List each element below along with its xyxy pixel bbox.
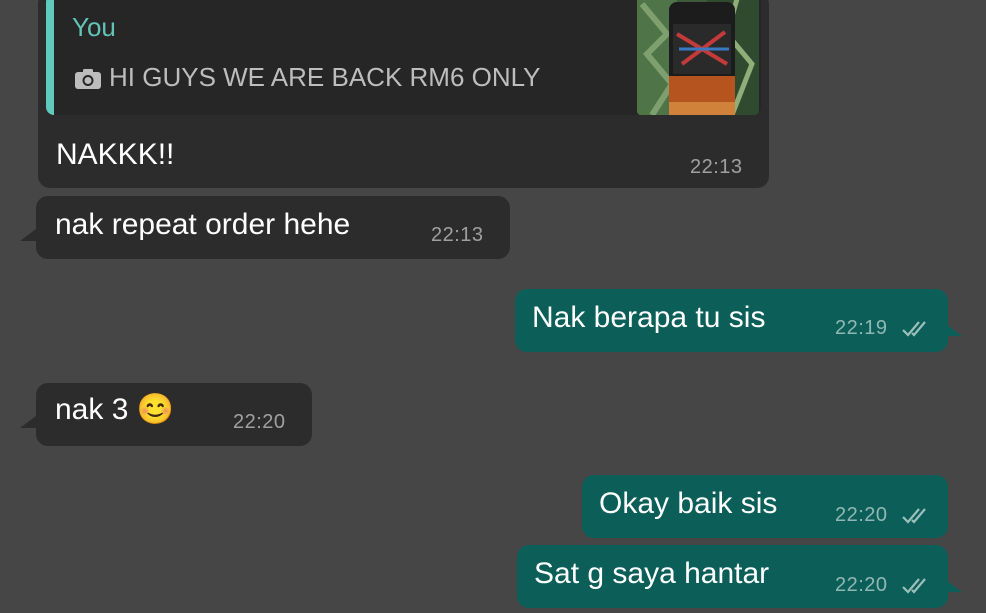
read-receipt-icon [902,321,926,337]
quote-caption: HI GUYS WE ARE BACK RM6 ONLY [109,62,541,92]
bubble-tail [946,580,962,592]
quote-accent-bar [46,0,54,115]
message-time: 22:20 [233,411,286,433]
message-text: nak 3 😊 [55,393,175,426]
message-bubble-incoming[interactable]: You HI GUYS WE ARE BACK RM6 ONLY NAKKK!!… [38,0,769,188]
message-time: 22:20 [835,574,888,596]
message-time: 22:20 [835,504,888,526]
message-text: Nak berapa tu sis [532,301,766,334]
message-bubble-outgoing[interactable]: Nak berapa tu sis 22:19 [515,289,948,352]
message-bubble-outgoing[interactable]: Okay baik sis 22:20 [582,475,948,538]
message-text: Okay baik sis [599,487,778,520]
message-bubble-incoming[interactable]: nak 3 😊 22:20 [36,383,312,446]
message-text: NAKKK!! [56,138,175,171]
quoted-reply[interactable]: You HI GUYS WE ARE BACK RM6 ONLY [46,0,761,115]
chat-thread: You HI GUYS WE ARE BACK RM6 ONLY NAKKK!!… [0,0,986,613]
bubble-tail [946,324,962,336]
read-receipt-icon [902,508,926,524]
message-text: Sat g saya hantar [534,557,770,590]
quote-author: You [72,12,116,42]
quote-thumbnail-image [637,0,759,115]
message-time: 22:19 [835,317,888,339]
read-receipt-icon [902,578,926,594]
message-bubble-incoming[interactable]: nak repeat order hehe 22:13 [36,196,510,259]
bubble-tail [20,229,36,241]
message-time: 22:13 [690,156,743,178]
bubble-tail [20,416,36,428]
message-text: nak repeat order hehe [55,208,351,241]
message-bubble-outgoing[interactable]: Sat g saya hantar 22:20 [517,545,948,608]
camera-icon [75,69,101,89]
message-time: 22:13 [431,224,484,246]
